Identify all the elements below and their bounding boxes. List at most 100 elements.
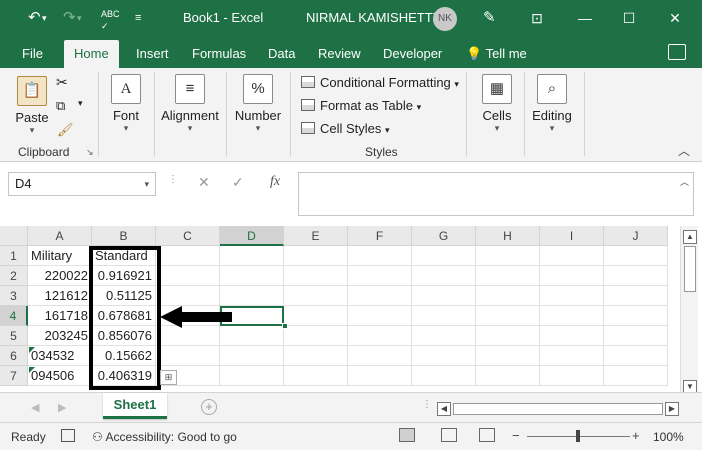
tab-formulas[interactable]: Formulas [192,46,246,61]
cell[interactable] [220,286,284,306]
cells-button[interactable]: ▦ Cells ▾ [478,74,516,133]
editing-button[interactable]: ⌕ Editing ▾ [530,74,574,133]
cell[interactable] [604,346,668,366]
drag-handle-icon[interactable]: ⋮ [168,174,178,185]
scroll-left-sheets-icon[interactable]: ◀ [31,401,39,414]
cell[interactable] [284,306,348,326]
cell[interactable] [284,266,348,286]
cell[interactable] [220,346,284,366]
macro-recording-icon[interactable] [61,429,75,442]
accessibility-status[interactable]: ⚇ Accessibility: Good to go [92,430,237,444]
cell[interactable]: 094506 [28,366,92,386]
pen-icon[interactable]: ✎ [483,8,496,28]
tab-data[interactable]: Data [268,46,295,61]
avatar[interactable]: NK [433,7,457,31]
cell[interactable]: 203245 [28,326,92,346]
cell[interactable] [476,326,540,346]
cell[interactable] [540,366,604,386]
cell[interactable] [412,246,476,266]
scroll-right-sheets-icon[interactable]: ▶ [58,401,66,414]
scroll-left-icon[interactable]: ◀ [437,402,451,416]
scroll-up-icon[interactable]: ▲ [683,230,697,244]
cell[interactable] [412,266,476,286]
collapse-ribbon-icon[interactable]: ︿ [678,142,690,159]
cell[interactable] [476,286,540,306]
close-icon[interactable]: ✕ [662,6,688,30]
chevron-down-icon[interactable]: ▾ [144,173,149,195]
dialog-launcher-icon[interactable]: ↘ [86,147,94,158]
row-header-4[interactable]: 4 [0,306,28,326]
cell[interactable] [220,326,284,346]
cell[interactable] [476,306,540,326]
cell[interactable] [604,266,668,286]
column-header-d[interactable]: D [220,226,284,246]
spelling-icon[interactable]: ABC ✓ [101,8,120,31]
format-painter-icon[interactable]: 🖌 [57,122,74,138]
column-header-g[interactable]: G [412,226,476,246]
cell[interactable] [540,266,604,286]
cell[interactable] [284,246,348,266]
cell[interactable]: 161718 [28,306,92,326]
cell[interactable]: 034532 [28,346,92,366]
cell[interactable] [156,246,220,266]
cell[interactable] [348,346,412,366]
cell[interactable] [540,346,604,366]
maximize-icon[interactable]: ☐ [616,6,642,30]
cell[interactable] [412,286,476,306]
cell[interactable] [476,246,540,266]
vertical-scrollbar[interactable]: ▲ ▼ [680,226,698,394]
row-header-7[interactable]: 7 [0,366,28,386]
cell[interactable] [412,306,476,326]
redo-dropdown-icon[interactable]: ▾ [77,8,82,28]
minimize-icon[interactable]: — [572,6,598,30]
cell[interactable] [348,286,412,306]
horizontal-scrollbar[interactable]: ◀ ▶ [437,402,679,416]
alignment-button[interactable]: ≡ Alignment ▾ [160,74,220,133]
cell[interactable] [220,366,284,386]
scroll-thumb[interactable] [684,246,696,292]
drag-handle-icon[interactable]: ⋮ [422,399,432,410]
row-header-2[interactable]: 2 [0,266,28,286]
cell[interactable] [348,266,412,286]
cell[interactable] [284,346,348,366]
cell[interactable] [412,326,476,346]
column-header-i[interactable]: I [540,226,604,246]
cell[interactable] [156,326,220,346]
column-header-j[interactable]: J [604,226,668,246]
sheet-tab[interactable]: Sheet1 [103,393,167,419]
number-button[interactable]: % Number ▾ [234,74,282,133]
cell[interactable] [540,286,604,306]
column-header-c[interactable]: C [156,226,220,246]
cell[interactable] [604,246,668,266]
zoom-out-icon[interactable]: − [512,428,520,443]
select-all-corner[interactable] [0,226,28,246]
zoom-slider-thumb[interactable] [576,430,580,442]
row-header-5[interactable]: 5 [0,326,28,346]
column-header-f[interactable]: F [348,226,412,246]
column-header-b[interactable]: B [92,226,156,246]
cell[interactable] [348,366,412,386]
cell[interactable] [604,326,668,346]
error-indicator-icon[interactable] [29,347,35,353]
cancel-icon[interactable]: ✕ [198,174,210,191]
cell[interactable] [476,266,540,286]
expand-formula-bar-icon[interactable]: ︿ [680,175,689,188]
font-button[interactable]: A Font ▾ [108,74,144,133]
normal-view-icon[interactable] [399,428,415,442]
tab-file[interactable]: File [22,46,43,61]
cell[interactable] [540,246,604,266]
column-header-e[interactable]: E [284,226,348,246]
paste-button[interactable]: 📋 Paste ▾ [14,76,50,135]
cell[interactable] [604,306,668,326]
cell[interactable] [412,366,476,386]
cell[interactable] [476,346,540,366]
cell[interactable] [156,346,220,366]
row-header-1[interactable]: 1 [0,246,28,266]
cut-icon[interactable]: ✂ [56,74,68,91]
cell[interactable] [220,246,284,266]
row-header-6[interactable]: 6 [0,346,28,366]
conditional-formatting-button[interactable]: Conditional Formatting ▾ [301,75,459,90]
error-indicator-icon[interactable] [29,367,35,373]
cell[interactable]: 220022 [28,266,92,286]
cell[interactable]: 121612 [28,286,92,306]
